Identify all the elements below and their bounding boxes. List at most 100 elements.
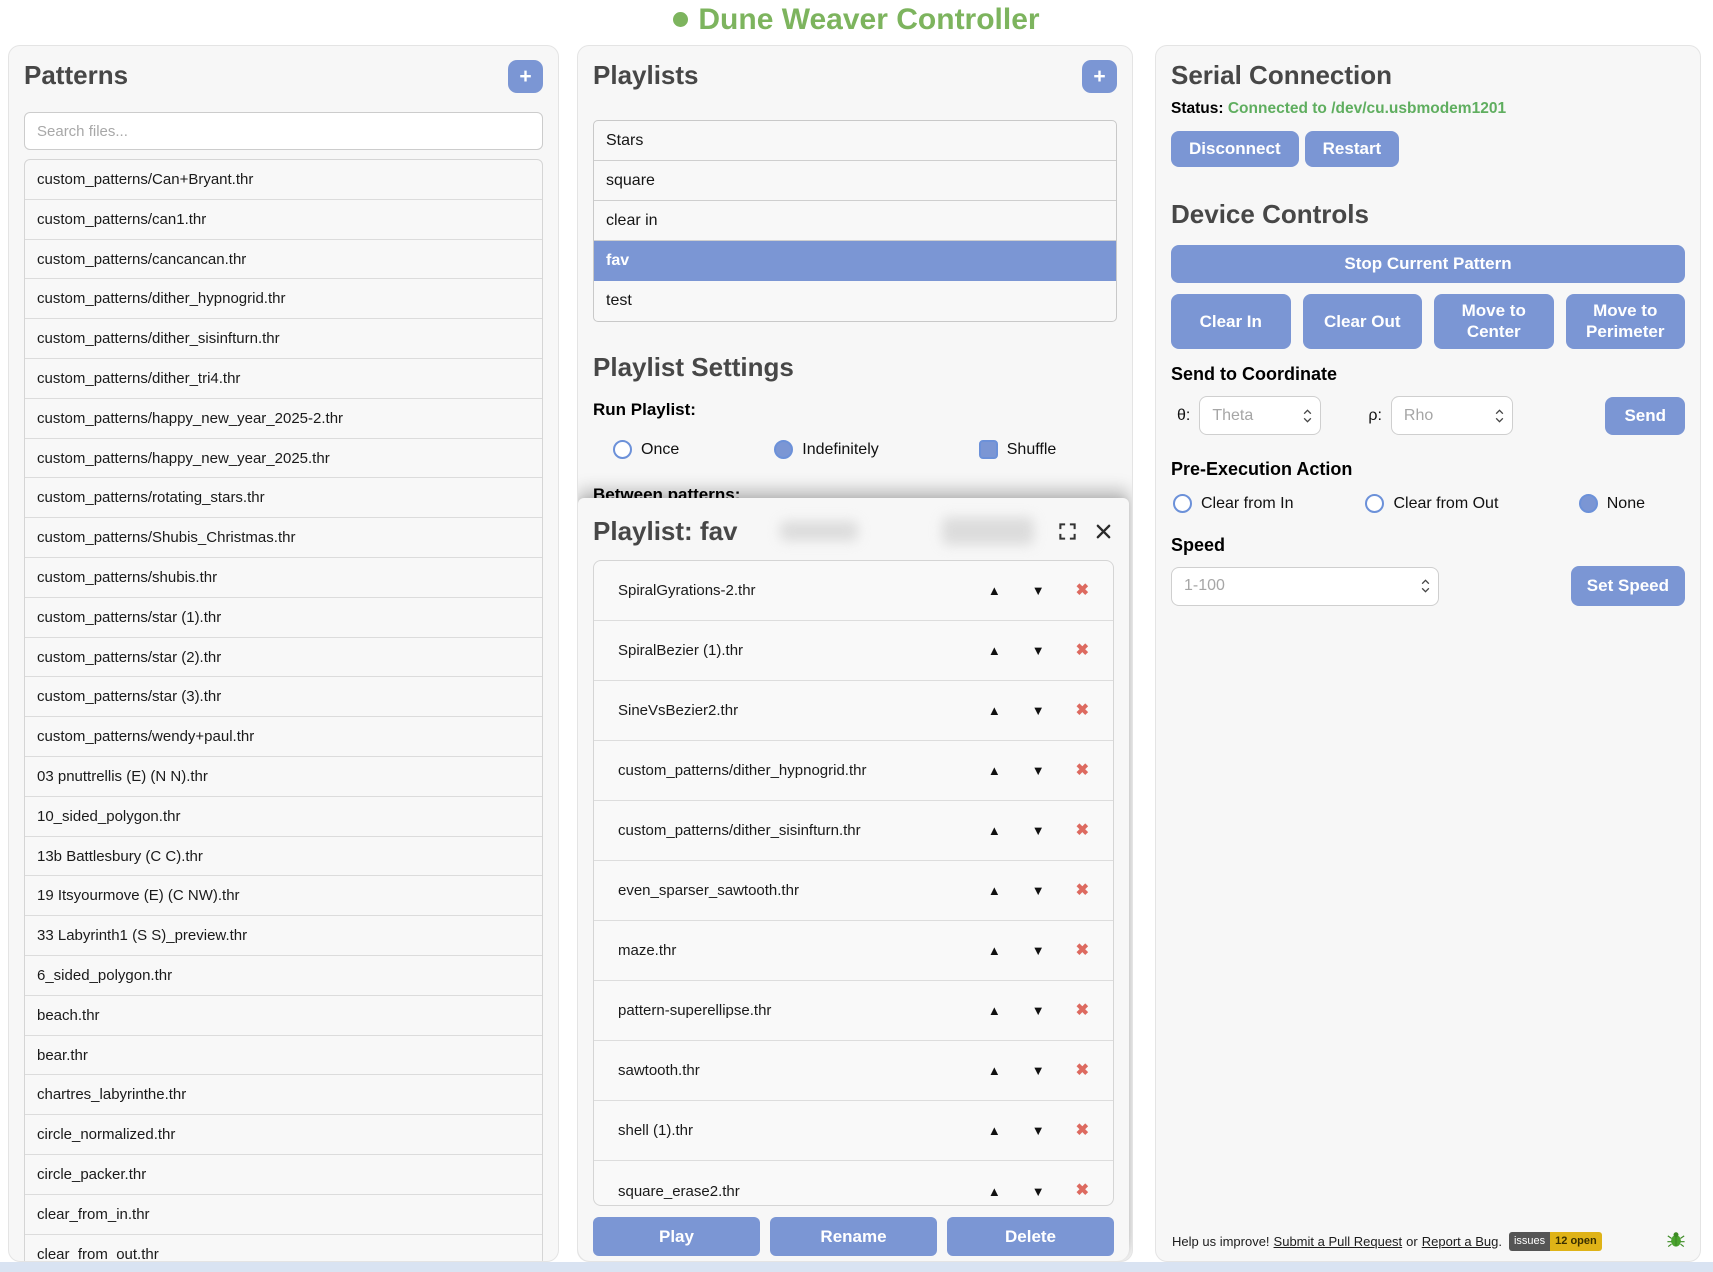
move-up-button[interactable]: ▲ [988,704,1001,717]
pattern-file-row[interactable]: 19 Itsyourmove (E) (C NW).thr [25,876,542,916]
run-option-indefinitely[interactable]: Indefinitely [774,440,879,459]
rename-button[interactable]: Rename [770,1217,937,1256]
pattern-file-row[interactable]: custom_patterns/wendy+paul.thr [25,717,542,757]
preexec-none[interactable]: None [1579,494,1645,513]
move-down-button[interactable]: ▼ [1032,944,1045,957]
disconnect-button[interactable]: Disconnect [1171,131,1299,167]
move-to-perimeter-button[interactable]: Move to Perimeter [1566,294,1686,349]
speed-input[interactable] [1171,567,1439,606]
add-pattern-button[interactable]: + [508,60,543,93]
move-down-button[interactable]: ▼ [1032,1185,1045,1198]
move-up-button[interactable]: ▲ [988,1185,1001,1198]
remove-item-button[interactable]: ✖ [1076,883,1089,899]
move-down-button[interactable]: ▼ [1032,1004,1045,1017]
remove-item-button[interactable]: ✖ [1076,1003,1089,1019]
play-button[interactable]: Play [593,1217,760,1256]
pre-execution-options: Clear from In Clear from Out None [1171,494,1685,513]
pattern-file-row[interactable]: custom_patterns/rotating_stars.thr [25,478,542,518]
playlist-row[interactable]: square [594,161,1116,201]
move-up-button[interactable]: ▲ [988,824,1001,837]
pattern-file-row[interactable]: 6_sided_polygon.thr [25,956,542,996]
stop-current-pattern-button[interactable]: Stop Current Pattern [1171,245,1685,283]
pattern-file-row[interactable]: chartres_labyrinthe.thr [25,1075,542,1115]
pattern-file-row[interactable]: custom_patterns/star (3).thr [25,677,542,717]
pull-request-link[interactable]: Submit a Pull Request [1274,1234,1403,1249]
pattern-file-row[interactable]: circle_packer.thr [25,1155,542,1195]
move-up-button[interactable]: ▲ [988,1124,1001,1137]
playlist-item-name: sawtooth.thr [594,1062,700,1079]
move-up-button[interactable]: ▲ [988,764,1001,777]
move-down-button[interactable]: ▼ [1032,1064,1045,1077]
search-input[interactable] [24,112,543,150]
pattern-file-row[interactable]: custom_patterns/Shubis_Christmas.thr [25,518,542,558]
move-down-button[interactable]: ▼ [1032,584,1045,597]
stepper-icon[interactable] [1495,409,1504,422]
run-option-once[interactable]: Once [613,440,679,459]
remove-item-button[interactable]: ✖ [1076,583,1089,599]
remove-item-button[interactable]: ✖ [1076,823,1089,839]
restart-button[interactable]: Restart [1305,131,1400,167]
move-down-button[interactable]: ▼ [1032,824,1045,837]
playlist-row[interactable]: test [594,281,1116,321]
pattern-file-row[interactable]: custom_patterns/happy_new_year_2025.thr [25,439,542,479]
pattern-file-row[interactable]: custom_patterns/shubis.thr [25,558,542,598]
move-down-button[interactable]: ▼ [1032,884,1045,897]
pattern-file-row[interactable]: bear.thr [25,1036,542,1076]
pattern-file-row[interactable]: beach.thr [25,996,542,1036]
pattern-file-row[interactable]: 13b Battlesbury (C C).thr [25,837,542,877]
pattern-file-row[interactable]: 10_sided_polygon.thr [25,797,542,837]
playlist-row[interactable]: Stars [594,121,1116,161]
fullscreen-icon[interactable] [1056,520,1079,543]
clear-in-button[interactable]: Clear In [1171,294,1291,349]
remove-item-button[interactable]: ✖ [1076,703,1089,719]
remove-item-button[interactable]: ✖ [1076,943,1089,959]
playlist-row[interactable]: clear in [594,201,1116,241]
send-button[interactable]: Send [1605,397,1685,435]
pattern-file-row[interactable]: custom_patterns/cancancan.thr [25,240,542,280]
pattern-file-row[interactable]: custom_patterns/dither_tri4.thr [25,359,542,399]
shuffle-option[interactable]: Shuffle [979,440,1057,459]
issues-badge[interactable]: issues 12 open [1509,1232,1602,1251]
remove-item-button[interactable]: ✖ [1076,763,1089,779]
stepper-icon[interactable] [1421,580,1430,593]
add-playlist-button[interactable]: + [1082,60,1117,93]
move-down-button[interactable]: ▼ [1032,1124,1045,1137]
pattern-file-row[interactable]: clear_from_out.thr [25,1235,542,1262]
move-up-button[interactable]: ▲ [988,1064,1001,1077]
pattern-file-row[interactable]: clear_from_in.thr [25,1195,542,1235]
playlist-item-row: SpiralGyrations-2.thr▲▼✖ [594,561,1113,621]
remove-item-button[interactable]: ✖ [1076,1183,1089,1199]
preexec-clear-from-in[interactable]: Clear from In [1173,494,1293,513]
remove-item-button[interactable]: ✖ [1076,643,1089,659]
help-or: or [1406,1234,1418,1249]
pattern-file-row[interactable]: custom_patterns/Can+Bryant.thr [25,160,542,200]
pattern-file-row[interactable]: 03 pnuttrellis (E) (N N).thr [25,757,542,797]
move-up-button[interactable]: ▲ [988,644,1001,657]
move-up-button[interactable]: ▲ [988,884,1001,897]
pattern-file-row[interactable]: custom_patterns/star (2).thr [25,638,542,678]
pattern-file-row[interactable]: custom_patterns/dither_sisinfturn.thr [25,319,542,359]
move-up-button[interactable]: ▲ [988,1004,1001,1017]
stepper-icon[interactable] [1303,409,1312,422]
remove-item-button[interactable]: ✖ [1076,1123,1089,1139]
delete-button[interactable]: Delete [947,1217,1114,1256]
pattern-file-row[interactable]: custom_patterns/dither_hypnogrid.thr [25,279,542,319]
pattern-file-row[interactable]: circle_normalized.thr [25,1115,542,1155]
preexec-clear-from-out[interactable]: Clear from Out [1365,494,1498,513]
pattern-file-row[interactable]: custom_patterns/star (1).thr [25,598,542,638]
clear-out-button[interactable]: Clear Out [1303,294,1423,349]
playlist-row[interactable]: fav [594,241,1116,281]
pattern-file-row[interactable]: custom_patterns/happy_new_year_2025-2.th… [25,399,542,439]
move-to-center-button[interactable]: Move to Center [1434,294,1554,349]
move-down-button[interactable]: ▼ [1032,764,1045,777]
move-down-button[interactable]: ▼ [1032,704,1045,717]
move-up-button[interactable]: ▲ [988,944,1001,957]
move-down-button[interactable]: ▼ [1032,644,1045,657]
remove-item-button[interactable]: ✖ [1076,1063,1089,1079]
close-icon[interactable] [1093,521,1114,542]
set-speed-button[interactable]: Set Speed [1571,566,1685,606]
move-up-button[interactable]: ▲ [988,584,1001,597]
pattern-file-row[interactable]: 33 Labyrinth1 (S S)_preview.thr [25,916,542,956]
pattern-file-row[interactable]: custom_patterns/can1.thr [25,200,542,240]
report-bug-link[interactable]: Report a Bug [1422,1234,1499,1249]
